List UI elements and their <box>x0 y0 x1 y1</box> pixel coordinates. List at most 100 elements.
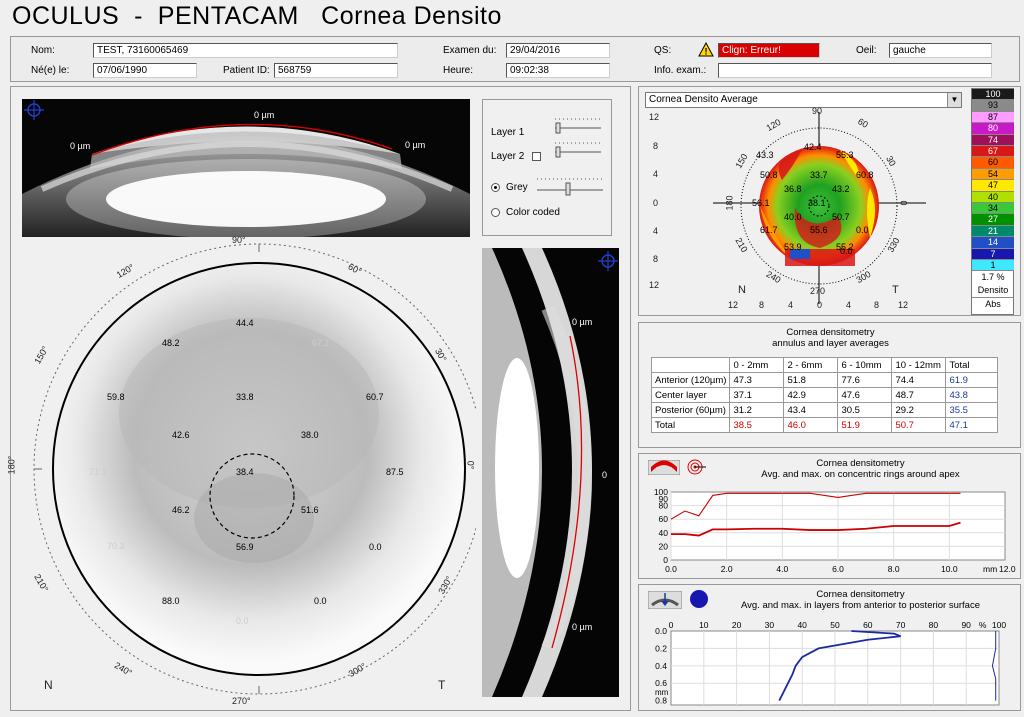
qs-status-field[interactable]: Clign: Erreur! <box>718 43 820 58</box>
scale-swatch: 1 <box>972 260 1014 272</box>
x-tick-label: 40 <box>797 620 807 630</box>
x-tick-label: 20 <box>732 620 742 630</box>
scale-swatch: 93 <box>972 100 1014 112</box>
scale-swatch: 80 <box>972 123 1014 135</box>
polar-value: 88.0 <box>162 596 180 606</box>
y-tick-label: 60 <box>659 514 669 524</box>
cornea-section-icon[interactable] <box>647 459 681 480</box>
scale-swatch: 40 <box>972 191 1014 203</box>
cell: 47.3 <box>729 372 785 388</box>
scale-swatch: 60 <box>972 157 1014 169</box>
grey-radio[interactable] <box>491 183 500 192</box>
color-coded-label: Color coded <box>506 207 560 218</box>
y-tick-label: 40 <box>659 528 669 538</box>
map-x-axis: 12 8 4 0 4 8 12 <box>728 300 913 312</box>
app-title: OCULUS - PENTACAM Cornea Densito <box>12 2 502 30</box>
row-label: Posterior (60µm) <box>650 402 731 418</box>
x-tick-label: 80 <box>929 620 939 630</box>
heure-field[interactable]: 09:02:38 <box>506 63 610 78</box>
cell: 43.4 <box>783 402 839 418</box>
x-tick-label: 60 <box>863 620 873 630</box>
info-exam-field[interactable] <box>718 63 992 78</box>
patient-id-field[interactable]: 568759 <box>274 63 398 78</box>
side-label-0um-bottom: 0 µm <box>572 622 593 632</box>
col-header: 2 - 6mm <box>783 357 839 373</box>
x-tick-label: 70 <box>896 620 906 630</box>
polar-angle-90: 90° <box>232 235 246 245</box>
cell: 42.9 <box>783 387 839 403</box>
x-tick-label: 2.0 <box>721 564 733 574</box>
map-value: 33.7 <box>810 170 828 180</box>
scale-swatch: 21 <box>972 225 1014 238</box>
map-type-dropdown[interactable]: Cornea Densito Average ▼ <box>645 92 962 108</box>
map-y-tick: 12 <box>649 280 660 290</box>
patient-id-label: Patient ID: <box>223 65 270 76</box>
rings-chart: 100908060402000.0 2.0 4.0 6.0 8.0 10.0 mm 12.0 <box>654 487 1016 574</box>
polar-value: 0.0 <box>369 542 382 552</box>
cell: 31.2 <box>729 402 785 418</box>
col-header <box>650 357 731 373</box>
scheimpflug-image-side: 0 µm 0 0 µm <box>482 248 619 697</box>
polar-angle-0: 0° <box>465 460 476 470</box>
map-y-tick: 8 <box>653 141 659 151</box>
oeil-field[interactable]: gauche <box>889 43 992 58</box>
grey-slider[interactable] <box>535 174 605 196</box>
polar-value: 87.5 <box>386 467 404 477</box>
y-tick-label: 0.2 <box>655 643 667 653</box>
table-row: Total 38.5 46.0 51.9 50.7 47.1 <box>650 417 999 433</box>
rings-chart-subtitle: Avg. and max. on concentric rings around… <box>761 469 960 480</box>
map-angle: 0 <box>898 200 909 206</box>
map-y-tick: 4 <box>653 169 659 179</box>
polar-angle-270: 270° <box>232 696 251 706</box>
layer1-slider[interactable] <box>553 114 603 134</box>
color-coded-radio[interactable] <box>491 208 500 217</box>
chevron-down-icon[interactable]: ▼ <box>947 93 961 107</box>
map-value: 60.8 <box>856 170 874 180</box>
cell: 74.4 <box>891 372 947 388</box>
polar-value: 71.1 <box>89 467 107 477</box>
polar-value: 38.0 <box>301 430 319 440</box>
row-label: Total <box>650 417 731 433</box>
map-value: 43.2 <box>832 184 850 194</box>
oeil-label: Oeil: <box>856 45 877 56</box>
map-value: 56.1 <box>752 198 770 208</box>
top-label-0um-center: 0 µm <box>254 110 275 120</box>
y-tick-label: 20 <box>659 541 669 551</box>
cell: 50.7 <box>891 417 947 433</box>
map-value: 50.8 <box>760 170 778 180</box>
exam-date-field[interactable]: 29/04/2016 <box>506 43 610 58</box>
map-angle: 90 <box>812 106 823 116</box>
layer-controls: Layer 1 Layer 2 Grey Color coded <box>482 99 612 236</box>
polar-value: 0.0 <box>236 616 249 626</box>
x-tick-label: 50 <box>830 620 840 630</box>
cell: 47.6 <box>837 387 893 403</box>
y-tick-label: 0.8 <box>655 696 667 706</box>
x-tick-label: 90 <box>961 620 971 630</box>
map-x-tick: 4 <box>788 300 794 310</box>
cell: 30.5 <box>837 402 893 418</box>
map-y-tick: 4 <box>653 226 659 236</box>
x-tick-label: 4.0 <box>776 564 788 574</box>
x-tick-label: 6.0 <box>832 564 844 574</box>
total-cell: 43.8 <box>945 387 999 403</box>
total-cell: 61.9 <box>945 372 999 388</box>
table-title: Cornea densitometry <box>786 327 875 338</box>
rings-chart-title: Cornea densitometry <box>816 458 905 469</box>
x-tick-label: 0 <box>669 620 674 630</box>
layer2-checkbox[interactable] <box>532 152 541 161</box>
dob-field[interactable]: 07/06/1990 <box>93 63 197 78</box>
polar-density-view: 90° 60° 30° 0° 330° 300° 270° 240° 210° … <box>6 235 476 708</box>
col-header: 6 - 10mm <box>837 357 893 373</box>
x-unit-label: mm <box>983 564 997 574</box>
map-x-tick: 12 <box>898 300 909 310</box>
scale-abs-label[interactable]: Abs <box>972 297 1014 311</box>
layer2-slider[interactable] <box>553 138 603 158</box>
row-label: Anterior (120µm) <box>650 372 731 388</box>
dob-label: Né(e) le: <box>31 65 70 76</box>
scale-swatch: 47 <box>972 180 1014 192</box>
polar-value: 42.6 <box>172 430 190 440</box>
grey-label: Grey <box>506 182 528 193</box>
scale-swatch: 100 <box>972 89 1014 101</box>
nom-field[interactable]: TEST, 73160065469 <box>93 43 398 58</box>
map-value: 0.0 <box>856 225 869 235</box>
